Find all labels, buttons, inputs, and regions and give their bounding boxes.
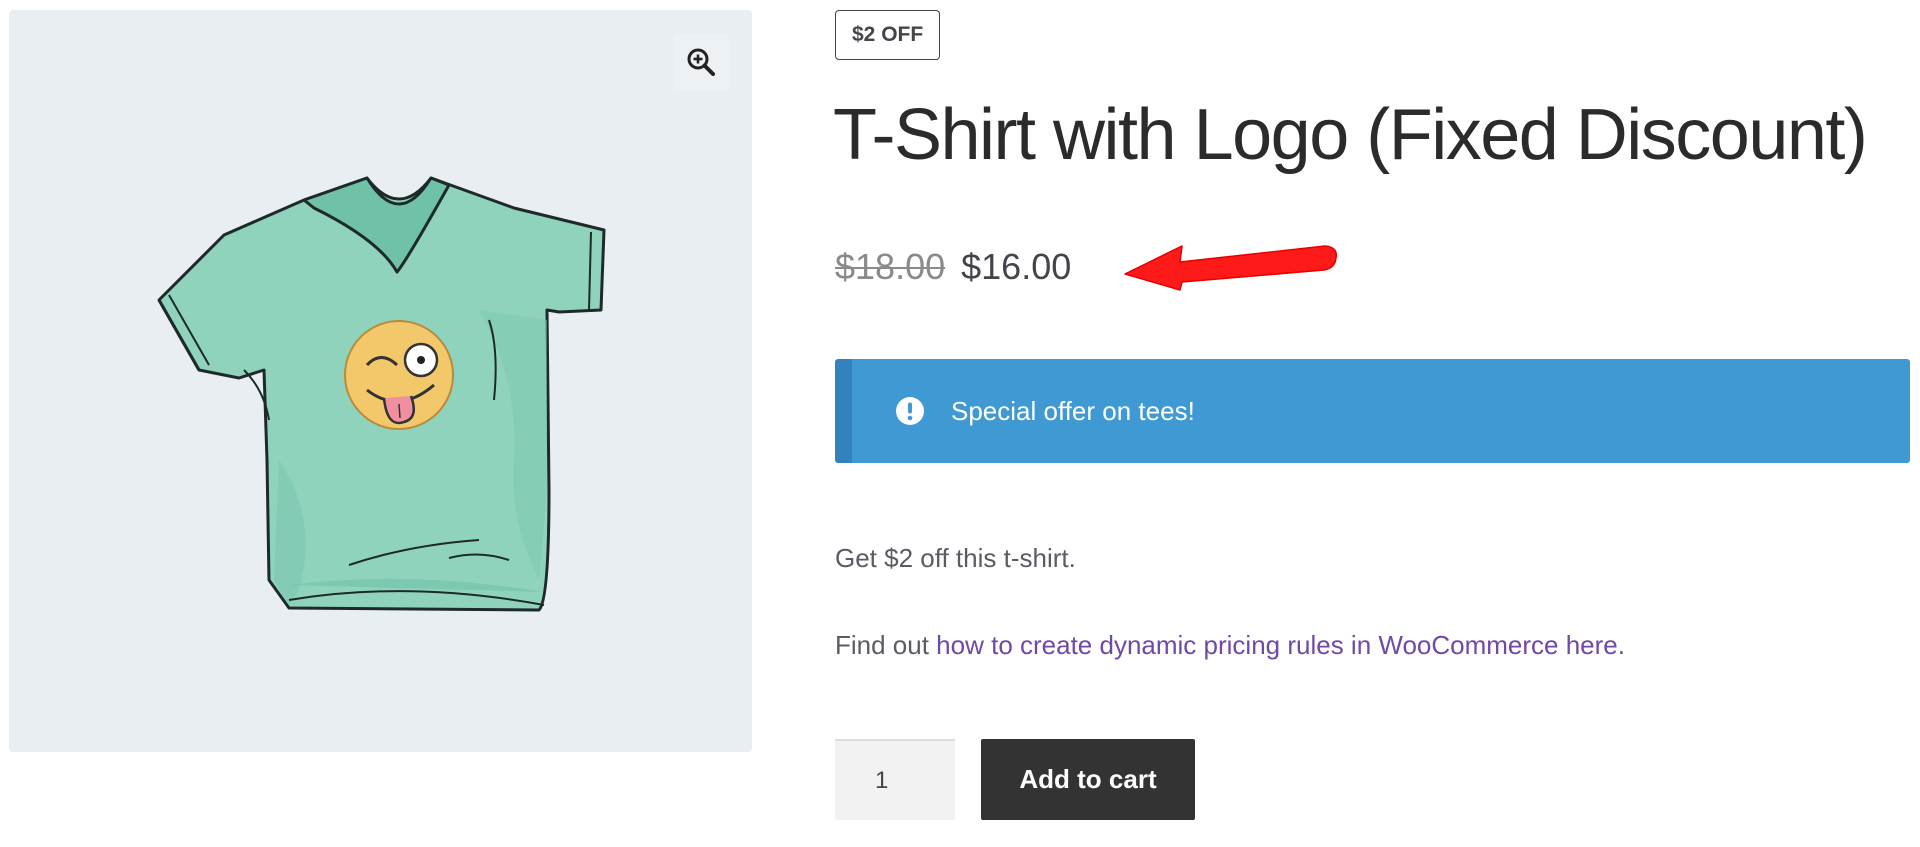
pricing-rules-link[interactable]: how to create dynamic pricing rules in W… (936, 630, 1618, 660)
sale-price: $16.00 (961, 246, 1072, 287)
product-image-tshirt[interactable] (149, 160, 639, 630)
description-prefix: Find out (835, 630, 937, 660)
regular-price: $18.00 (835, 246, 946, 287)
product-price: $18.00 $16.00 (835, 245, 1071, 289)
description-suffix: . (1617, 630, 1625, 660)
description-line-2: Find out how to create dynamic pricing r… (835, 630, 1625, 661)
zoom-button[interactable] (673, 34, 729, 90)
info-circle-icon (895, 396, 925, 426)
add-to-cart-button[interactable]: Add to cart (981, 739, 1195, 820)
description-line-1: Get $2 off this t-shirt. (835, 543, 1076, 573)
zoom-in-icon (687, 48, 715, 76)
sale-badge: $2 OFF (835, 10, 941, 60)
notice-text: Special offer on tees! (951, 395, 1195, 426)
product-title: T-Shirt with Logo (Fixed Discount) (833, 95, 1868, 175)
quantity-input[interactable] (835, 739, 955, 820)
offer-notice: Special offer on tees! (835, 359, 1910, 463)
product-gallery (9, 10, 752, 752)
red-arrow-annotation (1124, 245, 1338, 291)
